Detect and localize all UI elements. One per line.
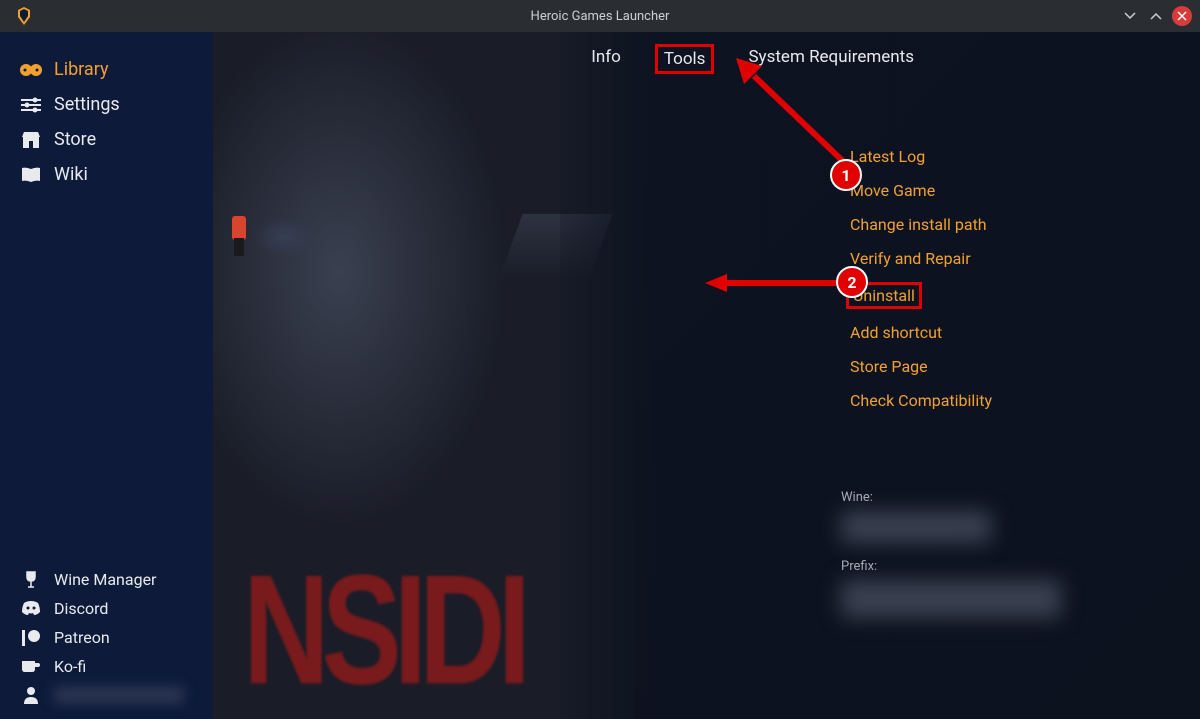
sidebar-label: Settings (54, 94, 120, 115)
wine-value-blurred (841, 511, 991, 543)
annotation-arrow-2 (705, 273, 850, 293)
sidebar: Library Settings Store Wiki Wine Manager (0, 32, 213, 719)
app-icon (8, 7, 40, 25)
tool-change-install-path[interactable]: Change install path (846, 214, 991, 235)
prefix-value-blurred (841, 580, 1061, 618)
sidebar-item-library[interactable]: Library (0, 52, 213, 87)
gamepad-icon (20, 63, 42, 77)
maximize-button[interactable] (1146, 6, 1166, 26)
tool-check-compatibility[interactable]: Check Compatibility (846, 390, 996, 411)
sidebar-item-patreon[interactable]: Patreon (0, 623, 213, 652)
runtime-info: Wine: Prefix: (841, 490, 1061, 634)
user-name-blurred (54, 686, 184, 704)
prefix-label: Prefix: (841, 559, 1061, 574)
book-icon (20, 167, 42, 183)
tool-move-game[interactable]: Move Game (846, 180, 939, 201)
kofi-icon (20, 659, 42, 674)
tools-menu: Latest Log Move Game Change install path… (846, 146, 996, 411)
sidebar-label: Ko-fi (54, 657, 86, 676)
tab-tools[interactable]: Tools (655, 44, 715, 74)
sidebar-item-wiki[interactable]: Wiki (0, 157, 213, 192)
sidebar-label: Wiki (54, 164, 88, 185)
sidebar-item-user[interactable] (0, 681, 213, 709)
sidebar-item-settings[interactable]: Settings (0, 87, 213, 122)
window-title: Heroic Games Launcher (531, 9, 670, 24)
game-title-art: NSIDI (243, 540, 523, 719)
sidebar-label: Library (54, 59, 109, 80)
tool-verify-repair[interactable]: Verify and Repair (846, 248, 975, 269)
tool-add-shortcut[interactable]: Add shortcut (846, 322, 946, 343)
titlebar: Heroic Games Launcher (0, 0, 1200, 32)
sidebar-label: Store (54, 129, 96, 150)
tool-store-page[interactable]: Store Page (846, 356, 932, 377)
wine-icon (20, 571, 42, 589)
wine-label: Wine: (841, 490, 1061, 505)
close-button[interactable] (1172, 6, 1192, 26)
discord-icon (20, 601, 42, 616)
sliders-icon (20, 97, 42, 113)
minimize-button[interactable] (1120, 6, 1140, 26)
annotation-arrow-1 (736, 58, 866, 183)
tool-uninstall[interactable]: Uninstall (846, 282, 922, 309)
main-content: NSIDI Info Tools System Requirements Lat… (213, 32, 1200, 719)
user-icon (20, 686, 42, 704)
patreon-icon (20, 630, 42, 646)
sidebar-item-discord[interactable]: Discord (0, 594, 213, 623)
sidebar-label: Patreon (54, 628, 110, 647)
sidebar-item-kofi[interactable]: Ko-fi (0, 652, 213, 681)
sidebar-item-store[interactable]: Store (0, 122, 213, 157)
store-icon (20, 131, 42, 149)
sidebar-label: Wine Manager (54, 570, 156, 589)
sidebar-label: Discord (54, 599, 108, 618)
tab-info[interactable]: Info (585, 44, 627, 74)
sidebar-item-wine-manager[interactable]: Wine Manager (0, 565, 213, 594)
